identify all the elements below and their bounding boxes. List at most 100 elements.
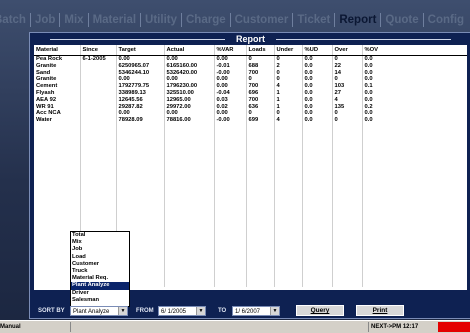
table-cell: 0.0 <box>362 76 467 84</box>
table-cell: 0.00 <box>116 110 165 118</box>
table-cell: 29287.82 <box>116 103 165 111</box>
table-cell: 0.02 <box>214 103 247 111</box>
column-header: %VAR <box>214 45 247 56</box>
table-cell: 0 <box>332 55 363 63</box>
table-cell: 1 <box>274 96 303 104</box>
table-cell: 0.0 <box>302 55 333 63</box>
sort-option[interactable]: Total <box>71 232 129 239</box>
table-cell: 688 <box>246 62 275 70</box>
table-cell: AEA 92 <box>34 96 81 104</box>
table-cell: 0.0 <box>362 89 467 97</box>
table-cell: 5346244.10 <box>116 69 165 77</box>
table-cell: 700 <box>246 69 275 77</box>
tab-customer[interactable]: Customer <box>231 13 294 27</box>
tab-quote[interactable]: Quote <box>381 13 424 27</box>
tab-ticket[interactable]: Ticket <box>293 13 336 27</box>
print-button[interactable]: Print <box>356 305 404 316</box>
table-cell <box>274 123 303 287</box>
table-row: Granite 6250965.07 6165160.00 -0.01 688 2 0.0 2… <box>34 62 467 70</box>
tab-report[interactable]: Report <box>335 13 382 27</box>
main-tab-bar: Batch Job Mix Material Utility Charge Cu… <box>0 10 470 30</box>
sort-option[interactable]: Truck <box>71 268 129 275</box>
table-cell: 0.00 <box>116 55 165 63</box>
sort-by-dropdown-list[interactable]: Total Mix Job Load Customer Truck Material Req… <box>70 231 130 307</box>
query-button[interactable]: Query <box>296 305 344 316</box>
sort-option[interactable]: Load <box>71 254 129 261</box>
chevron-down-icon[interactable]: ▼ <box>196 307 205 315</box>
tab-job[interactable]: Job <box>31 13 61 27</box>
sort-option[interactable]: Job <box>71 246 129 253</box>
table-cell <box>80 62 117 70</box>
table-cell: 0.00 <box>214 110 247 118</box>
table-cell: Flyash <box>34 89 81 97</box>
table-cell: 0.0 <box>362 69 467 77</box>
table-cell <box>80 103 117 111</box>
table-cell: 103 <box>332 83 363 90</box>
table-cell: 0.00 <box>214 76 247 84</box>
table-cell: 5326420.00 <box>164 69 215 77</box>
panel-title: Report <box>30 33 470 45</box>
sort-option[interactable]: Material Req. <box>71 275 129 282</box>
table-cell: 700 <box>246 96 275 104</box>
column-header: Target <box>116 45 165 56</box>
tab-charge[interactable]: Charge <box>182 13 231 27</box>
table-cell: 0.2 <box>362 103 467 111</box>
table-cell: Pea Rock <box>34 55 81 63</box>
table-cell: Granite <box>34 76 81 84</box>
column-header: %OV <box>362 45 467 56</box>
to-date-value: 1/ 6/2007 <box>235 309 261 315</box>
column-header: Over <box>332 45 363 56</box>
sort-option[interactable]: Customer <box>71 261 129 268</box>
table-row: Flyash 338989.13 325510.00 -0.04 696 1 0.0 27 0.… <box>34 89 467 97</box>
table-cell: 0.00 <box>164 55 215 63</box>
table-cell: Acc NCA <box>34 110 81 118</box>
from-date-value: 6/ 1/2005 <box>161 309 187 315</box>
table-cell: 0.0 <box>302 103 333 111</box>
table-cell: 6250965.07 <box>116 62 165 70</box>
chevron-down-icon[interactable]: ▼ <box>118 307 127 315</box>
table-cell: 14 <box>332 69 363 77</box>
sort-by-select[interactable]: Plant Analyze ▼ <box>70 306 128 316</box>
table-cell: -0.04 <box>214 89 247 97</box>
table-cell: 1792779.75 <box>116 83 165 90</box>
table-cell: 0 <box>332 110 363 118</box>
table-cell: 0.00 <box>164 110 215 118</box>
to-date-field[interactable]: 1/ 6/2007 ▼ <box>232 306 280 316</box>
table-cell: 0.0 <box>302 62 333 70</box>
status-bar: Manual NEXT->PM 12:17 <box>0 320 470 333</box>
table-cell: 22 <box>332 62 363 70</box>
table-cell: 27 <box>332 89 363 97</box>
table-cell: 0.00 <box>214 83 247 90</box>
table-cell <box>80 96 117 104</box>
table-cell: 0.03 <box>214 96 247 104</box>
sort-option[interactable]: Mix <box>71 239 129 246</box>
table-cell: 0 <box>246 76 275 84</box>
table-cell: Cement <box>34 83 81 90</box>
table-cell: Granite <box>34 62 81 70</box>
table-cell <box>80 69 117 77</box>
sort-option[interactable]: Plant Analyze <box>71 282 129 290</box>
chevron-down-icon[interactable]: ▼ <box>270 307 279 315</box>
column-header: Actual <box>164 45 215 56</box>
sort-option[interactable]: Salesman <box>71 297 129 304</box>
table-cell <box>80 117 117 124</box>
table-cell: 0.0 <box>362 62 467 70</box>
column-header: Loads <box>246 45 275 56</box>
table-row: Granite 0.00 0.00 0.00 0 0 0.0 0 0.0 <box>34 76 467 84</box>
tab-mix[interactable]: Mix <box>60 13 89 27</box>
table-cell <box>246 123 275 287</box>
table-cell: 78816.00 <box>164 117 215 124</box>
column-header: %UD <box>302 45 333 56</box>
from-date-field[interactable]: 6/ 1/2005 ▼ <box>158 306 206 316</box>
tab-batch[interactable]: Batch <box>0 13 31 27</box>
sort-option[interactable]: Driver <box>71 290 129 297</box>
table-cell <box>80 89 117 97</box>
table-cell: WR 91 <box>34 103 81 111</box>
tab-utility[interactable]: Utility <box>141 13 182 27</box>
sort-by-label: SORT BY <box>38 308 65 314</box>
table-cell: 0.0 <box>362 117 467 124</box>
table-cell: 0.00 <box>116 76 165 84</box>
tab-config[interactable]: Config <box>424 13 468 27</box>
tab-material[interactable]: Material <box>89 13 142 27</box>
table-cell <box>80 110 117 118</box>
